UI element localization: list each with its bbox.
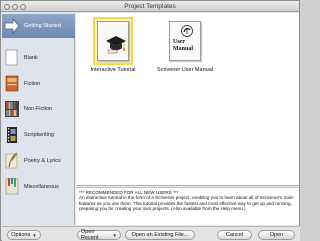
zoom-window-button[interactable]	[20, 3, 26, 10]
description-body: An interactive tutorial in the form of a…	[79, 195, 294, 212]
sidebar-item-non-fiction[interactable]: Non-Fiction	[2, 97, 75, 121]
template-label: Scrivener User Manual	[157, 67, 213, 73]
template-thumbnail: User Manual	[165, 17, 205, 65]
film-strip-icon	[4, 126, 20, 144]
sidebar-item-label: Getting Started	[24, 23, 61, 29]
template-scrivener-user-manual[interactable]: User Manual Scrivener User Manual	[155, 17, 215, 73]
open-recent-button[interactable]: Open Recent ▼	[77, 229, 121, 241]
sidebar-item-poetry-lyrics[interactable]: Poetry & Lyrics	[2, 149, 75, 173]
template-thumbnail	[93, 17, 133, 65]
template-interactive-tutorial[interactable]: Interactive Tutorial	[83, 17, 143, 73]
window-title: Project Templates	[124, 3, 176, 10]
open-button-label: Open	[269, 232, 284, 238]
sidebar-item-label: Blank	[24, 55, 38, 61]
button-bar: Options ▼ Open Recent ▼ Open an Existing…	[2, 226, 300, 241]
quill-icon	[4, 152, 20, 170]
sidebar-item-getting-started[interactable]: Getting Started	[2, 14, 75, 38]
title-bar: Project Templates	[1, 1, 299, 12]
bookshelf-icon	[4, 100, 20, 118]
chevron-down-icon: ▼	[112, 232, 117, 238]
bookmarks-icon	[4, 178, 20, 196]
graduation-cap-icon	[105, 34, 127, 56]
sidebar-item-label: Miscellaneous	[24, 184, 59, 190]
options-button-label: Options	[11, 232, 31, 238]
sidebar-item-label: Scriptwriting	[24, 132, 54, 138]
project-templates-window: Project Templates Getting Started Blank …	[0, 0, 300, 241]
sidebar-item-label: Fiction	[24, 81, 41, 87]
template-category-sidebar: Getting Started Blank Fiction Non-Fictio…	[2, 13, 75, 225]
template-grid: Interactive Tutorial User Manual Scriven…	[76, 13, 299, 186]
blank-page-icon	[4, 49, 20, 67]
options-button[interactable]: Options ▼	[7, 230, 41, 240]
arrow-right-icon	[4, 17, 20, 35]
sidebar-item-fiction[interactable]: Fiction	[2, 72, 75, 96]
template-description: *** RECOMMENDED FOR ALL NEW USERS *** An…	[76, 187, 299, 225]
cancel-button-label: Cancel	[225, 232, 244, 238]
close-window-button[interactable]	[4, 3, 10, 10]
manual-cover-text-line-1: User	[173, 39, 185, 45]
window-controls	[4, 3, 26, 10]
open-existing-file-button[interactable]: Open an Existing File...	[125, 230, 195, 240]
fiction-book-icon	[4, 75, 20, 93]
open-existing-file-button-label: Open an Existing File...	[131, 232, 189, 238]
sidebar-item-scriptwriting[interactable]: Scriptwriting	[2, 123, 75, 147]
user-manual-icon	[181, 25, 193, 39]
minimize-window-button[interactable]	[12, 3, 18, 10]
chevron-down-icon: ▼	[32, 232, 37, 238]
sidebar-item-miscellaneous[interactable]: Miscellaneous	[2, 175, 75, 199]
sidebar-item-label: Poetry & Lyrics	[24, 158, 61, 164]
open-recent-button-label: Open Recent	[81, 229, 99, 241]
manual-cover-text-line-2: Manual	[173, 46, 194, 52]
template-label: Interactive Tutorial	[90, 67, 136, 73]
open-button[interactable]: Open	[258, 230, 295, 240]
cancel-button[interactable]: Cancel	[217, 230, 252, 240]
sidebar-item-label: Non-Fiction	[24, 106, 53, 112]
sidebar-item-blank[interactable]: Blank	[2, 46, 75, 70]
